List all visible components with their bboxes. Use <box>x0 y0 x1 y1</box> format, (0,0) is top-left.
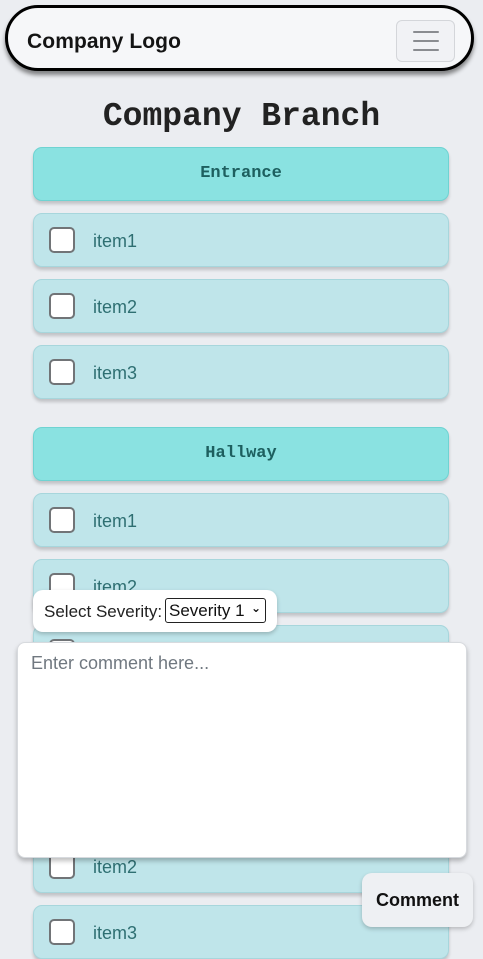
item-label: item2 <box>93 857 138 877</box>
item-label: item2 <box>93 297 138 317</box>
severity-select[interactable]: Severity 1 ⌄ <box>165 598 266 623</box>
menu-bar <box>413 40 439 42</box>
comment-placeholder: Enter comment here... <box>31 653 210 673</box>
comment-button[interactable]: Comment <box>362 873 473 927</box>
hamburger-menu-icon[interactable] <box>396 20 455 62</box>
item-checkbox[interactable] <box>49 507 75 533</box>
comment-textarea[interactable]: Enter comment here... <box>17 642 467 858</box>
item-checkbox[interactable] <box>49 919 75 945</box>
checklist-item[interactable]: item1 <box>33 213 449 267</box>
item-checkbox[interactable] <box>49 227 75 253</box>
chevron-down-icon: ⌄ <box>250 601 261 615</box>
menu-bar <box>413 31 439 33</box>
item-checkbox[interactable] <box>49 293 75 319</box>
item-checkbox[interactable] <box>49 359 75 385</box>
severity-label: Select Severity: <box>44 602 163 621</box>
severity-popover: Select Severity: Severity 1 ⌄ <box>33 590 277 632</box>
item-label: item3 <box>93 363 138 383</box>
checklist-item[interactable]: item2 <box>33 279 449 333</box>
checklist-item[interactable]: item1 <box>33 493 449 547</box>
checklist-item[interactable]: item3 <box>33 345 449 399</box>
item-label: item1 <box>93 231 138 251</box>
company-logo[interactable]: Company Logo <box>27 30 181 54</box>
menu-bar <box>413 49 439 51</box>
section-header-entrance: Entrance <box>33 147 449 201</box>
item-label: item1 <box>93 511 138 531</box>
section-header-hallway: Hallway <box>33 427 449 481</box>
navbar: Company Logo <box>5 5 474 71</box>
page-title: Company Branch <box>102 98 381 135</box>
severity-selected-value: Severity 1 <box>169 601 245 620</box>
item-label: item3 <box>93 923 138 943</box>
